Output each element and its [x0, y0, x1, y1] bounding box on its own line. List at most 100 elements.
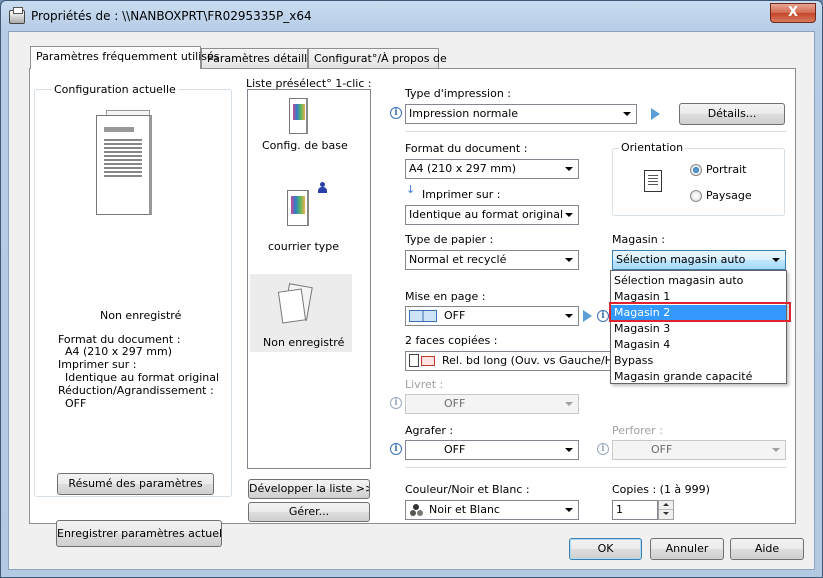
- title-bar[interactable]: Propriétés de : \\NANBOXPRT\FR0295335P_x…: [1, 1, 822, 31]
- portrait-radio[interactable]: [690, 164, 702, 176]
- info-icon[interactable]: i: [390, 397, 402, 409]
- orientation-label: Orientation: [619, 141, 686, 154]
- copies-value: 1: [616, 503, 623, 516]
- chevron-down-icon: [565, 448, 573, 452]
- expand-list-button[interactable]: Développer la liste >>: [248, 479, 370, 499]
- details-button[interactable]: Détails...: [679, 103, 785, 125]
- current-config-label: Configuration actuelle: [52, 83, 178, 96]
- paper-type-combo[interactable]: Normal et recyclé: [405, 250, 579, 270]
- config-detail-4: Identique au format original: [58, 371, 220, 384]
- print-type-value: Impression normale: [409, 107, 519, 120]
- close-button[interactable]: X: [770, 3, 816, 23]
- printer-properties-window: Propriétés de : \\NANBOXPRT\FR0295335P_x…: [0, 0, 823, 578]
- tray-dropdown-list[interactable]: Sélection magasin auto Magasin 1 Magasin…: [610, 270, 787, 384]
- booklet-combo[interactable]: OFF: [405, 394, 579, 414]
- doc-format-combo[interactable]: A4 (210 x 297 mm): [405, 159, 579, 179]
- config-detail-6: OFF: [58, 397, 87, 410]
- page-icon: [287, 190, 309, 226]
- staple-combo[interactable]: OFF: [405, 440, 579, 460]
- color-value: Noir et Blanc: [429, 503, 500, 516]
- orientation-group: [612, 148, 785, 216]
- tray-option-bypass[interactable]: Bypass: [611, 353, 786, 369]
- staple-label: Agrafer :: [405, 424, 454, 437]
- chevron-down-icon: [565, 258, 573, 262]
- ok-button[interactable]: OK: [569, 538, 642, 560]
- layout-combo[interactable]: OFF: [405, 306, 579, 326]
- preset-item-letter[interactable]: courrier type: [248, 170, 370, 260]
- spin-up-icon[interactable]: [659, 501, 673, 510]
- portrait-label: Portrait: [706, 163, 747, 176]
- preset-label: courrier type: [268, 240, 340, 253]
- tray-combo[interactable]: Sélection magasin auto: [612, 250, 786, 270]
- tray-option-1[interactable]: Magasin 1: [611, 289, 786, 305]
- tab-configuration-about[interactable]: Configurat°/À propos de: [308, 48, 447, 68]
- chevron-down-icon: [565, 167, 573, 171]
- tab-frequent-settings[interactable]: Paramètres fréquemment utilisés: [30, 46, 220, 69]
- print-type-combo[interactable]: Impression normale: [405, 104, 637, 124]
- landscape-radio[interactable]: [690, 190, 702, 202]
- color-combo[interactable]: Noir et Blanc: [405, 500, 579, 520]
- separator: [405, 131, 787, 132]
- play-arrow-icon[interactable]: [651, 108, 660, 120]
- tray-option-3[interactable]: Magasin 3: [611, 321, 786, 337]
- preset-item-basic[interactable]: Config. de base: [248, 90, 370, 170]
- copies-input[interactable]: 1: [612, 500, 658, 520]
- info-icon[interactable]: i: [390, 443, 402, 455]
- layout-value: OFF: [444, 309, 466, 322]
- summary-button[interactable]: Résumé des paramètres: [57, 473, 214, 495]
- page-icon: [289, 98, 308, 134]
- copies-spinner[interactable]: [658, 500, 674, 520]
- config-status: Non enregistré: [100, 309, 182, 322]
- play-arrow-icon[interactable]: [583, 310, 592, 322]
- preset-item-unsaved[interactable]: Non enregistré: [250, 274, 352, 352]
- copies-label: Copies : (1 à 999): [612, 483, 710, 496]
- chevron-down-icon: [623, 112, 631, 116]
- preset-label: Non enregistré: [263, 336, 345, 349]
- manage-button[interactable]: Gérer...: [248, 502, 370, 522]
- chevron-down-icon: [565, 508, 573, 512]
- print-on-combo[interactable]: Identique au format original: [405, 205, 579, 225]
- doc-format-label: Format du document :: [405, 142, 528, 155]
- cancel-button[interactable]: Annuler: [650, 538, 724, 560]
- tray-label: Magasin :: [612, 233, 665, 246]
- chevron-down-icon: [565, 402, 573, 406]
- punch-value: OFF: [651, 443, 673, 456]
- save-current-settings-button[interactable]: Enregistrer paramètres actuels...: [56, 520, 222, 547]
- booklet-label: Livret :: [405, 378, 444, 391]
- preset-list[interactable]: Config. de base courrier type Non enregi…: [247, 89, 371, 469]
- help-button[interactable]: Aide: [730, 538, 804, 560]
- print-on-value: Identique au format original: [409, 208, 564, 221]
- config-detail-5: Réduction/Agrandissement :: [58, 384, 214, 397]
- tray-option-2[interactable]: Magasin 2: [611, 305, 786, 321]
- tray-option-large-capacity[interactable]: Magasin grande capacité: [611, 369, 786, 385]
- info-icon[interactable]: i: [597, 310, 609, 322]
- portrait-page-icon: [644, 170, 662, 192]
- print-on-label: Imprimer sur :: [422, 188, 501, 201]
- user-icon: [318, 182, 327, 194]
- punch-combo[interactable]: OFF: [612, 440, 786, 460]
- tray-value: Sélection magasin auto: [616, 253, 746, 266]
- printer-icon: [9, 7, 25, 24]
- window-title: Propriétés de : \\NANBOXPRT\FR0295335P_x…: [31, 9, 312, 23]
- duplex-combo[interactable]: Rel. bd long (Ouv. vs Gauche/Haut): [405, 351, 637, 371]
- doc-format-value: A4 (210 x 297 mm): [409, 162, 517, 175]
- config-detail-3: Imprimer sur :: [58, 358, 137, 371]
- chevron-down-icon: [565, 213, 573, 217]
- chevron-down-icon: [772, 448, 780, 452]
- booklet-value: OFF: [444, 397, 466, 410]
- chevron-down-icon: [772, 258, 780, 262]
- punch-label: Perforer :: [612, 424, 663, 437]
- paper-type-value: Normal et recyclé: [409, 253, 507, 266]
- tray-option-4[interactable]: Magasin 4: [611, 337, 786, 353]
- info-icon[interactable]: i: [597, 443, 609, 455]
- duplex-label: 2 faces copiées :: [405, 334, 498, 347]
- tray-option-auto[interactable]: Sélection magasin auto: [611, 273, 786, 289]
- color-label: Couleur/Noir et Blanc :: [405, 483, 530, 496]
- duplex-value: Rel. bd long (Ouv. vs Gauche/Haut): [442, 354, 636, 367]
- spin-down-icon[interactable]: [659, 510, 673, 519]
- down-arrow-icon: ↓: [406, 183, 416, 196]
- preset-label: Config. de base: [262, 139, 348, 152]
- duplex-icon: [409, 354, 437, 367]
- info-icon[interactable]: i: [390, 107, 402, 119]
- config-detail-2: A4 (210 x 297 mm): [58, 345, 173, 358]
